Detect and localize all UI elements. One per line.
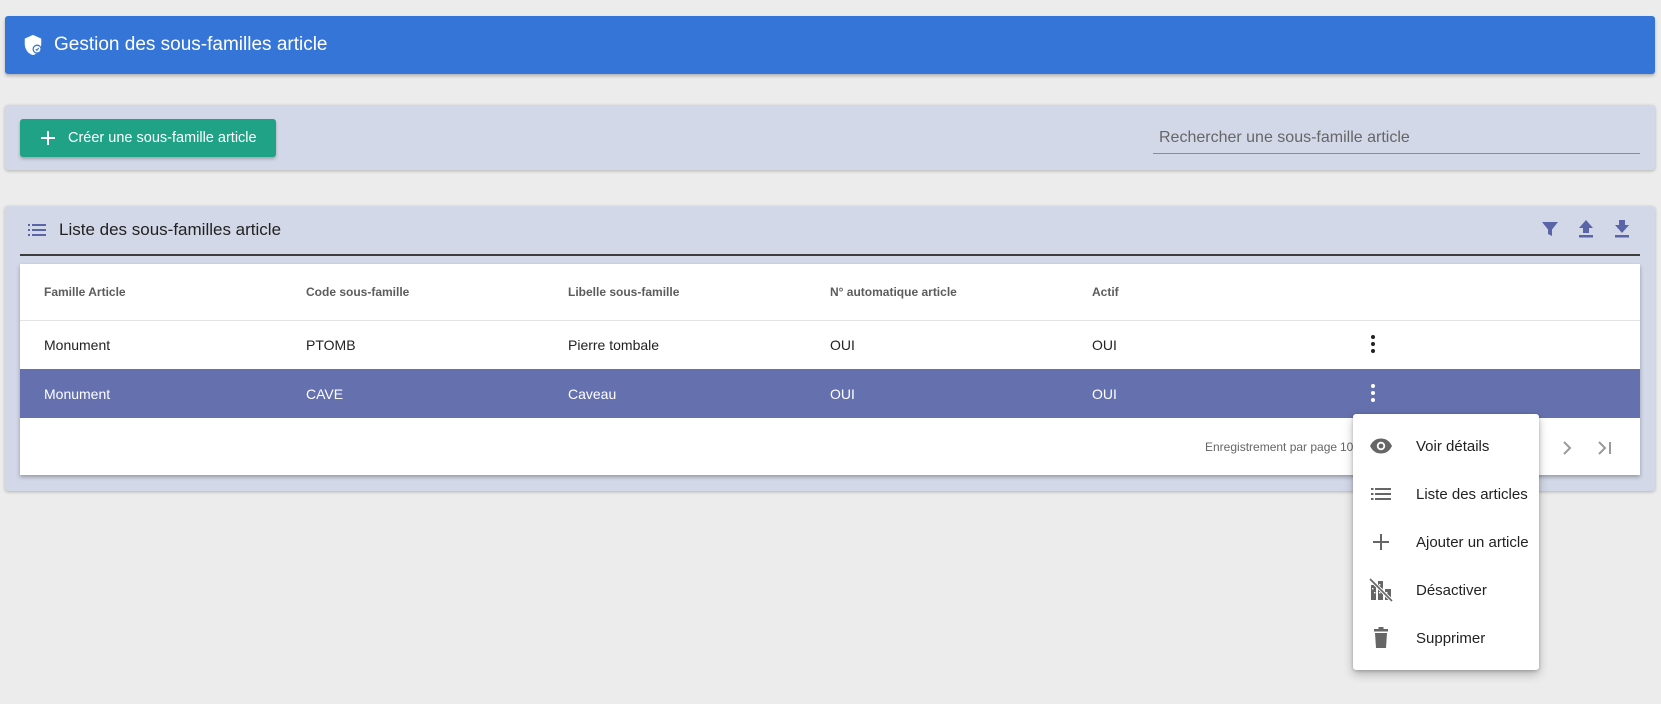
page-header: Gestion des sous-familles article	[5, 16, 1655, 74]
rows-per-page-label: Enregistrement par page	[1205, 440, 1338, 454]
cell-actif: OUI	[1092, 386, 1117, 402]
table-row[interactable]: Monument PTOMB Pierre tombale OUI OUI	[20, 320, 1640, 370]
menu-item-label: Liste des articles	[1416, 485, 1528, 503]
cell-actif: OUI	[1092, 337, 1117, 353]
deactivate-icon	[1369, 578, 1393, 602]
rows-per-page-select[interactable]: 10	[1340, 440, 1353, 454]
column-header-code[interactable]: Code sous-famille	[306, 285, 409, 299]
filter-icon[interactable]	[1540, 218, 1560, 240]
menu-item-ajouter-article[interactable]: Ajouter un article	[1353, 518, 1539, 566]
create-subfamily-button[interactable]: Créer une sous-famille article	[20, 119, 276, 157]
eye-icon	[1369, 434, 1393, 458]
last-page-icon[interactable]	[1594, 438, 1616, 458]
list-title: Liste des sous-familles article	[59, 220, 282, 239]
cell-famille: Monument	[44, 337, 111, 353]
list-icon	[1369, 482, 1393, 506]
column-header-auto[interactable]: N° automatique article	[830, 285, 957, 299]
menu-item-label: Désactiver	[1416, 581, 1487, 599]
page-title: Gestion des sous-familles article	[54, 34, 328, 55]
row-context-menu: Voir détails Liste des articles Ajouter …	[1353, 414, 1539, 670]
menu-item-label: Ajouter un article	[1416, 533, 1529, 551]
column-header-actif[interactable]: Actif	[1092, 285, 1119, 299]
cell-auto: OUI	[830, 386, 855, 402]
download-icon[interactable]	[1612, 218, 1632, 240]
plus-icon	[1369, 530, 1393, 554]
cell-libelle: Caveau	[568, 386, 617, 402]
toolbar-card: Créer une sous-famille article	[5, 105, 1655, 170]
column-header-libelle[interactable]: Libelle sous-famille	[568, 285, 679, 299]
cell-libelle: Pierre tombale	[568, 337, 660, 353]
column-header-famille[interactable]: Famille Article	[44, 285, 126, 299]
upload-icon[interactable]	[1576, 218, 1596, 240]
more-vert-icon[interactable]	[1363, 332, 1383, 356]
table-row-selected[interactable]: Monument CAVE Caveau OUI OUI	[20, 369, 1640, 418]
menu-item-label: Supprimer	[1416, 629, 1486, 647]
cell-code: PTOMB	[306, 337, 356, 353]
cell-code: CAVE	[306, 386, 344, 402]
menu-item-desactiver[interactable]: Désactiver	[1353, 566, 1539, 614]
menu-item-voir-details[interactable]: Voir détails	[1353, 422, 1539, 470]
trash-icon	[1369, 626, 1393, 650]
more-vert-icon[interactable]	[1363, 381, 1383, 405]
menu-item-liste-articles[interactable]: Liste des articles	[1353, 470, 1539, 518]
menu-item-label: Voir détails	[1416, 437, 1490, 455]
cell-auto: OUI	[830, 337, 855, 353]
shield-icon	[22, 34, 44, 56]
list-header: Liste des sous-familles article	[20, 206, 1640, 256]
table-header: Famille Article Code sous-famille Libell…	[20, 264, 1640, 321]
cell-famille: Monument	[44, 386, 111, 402]
list-actions	[1540, 218, 1632, 240]
list-icon	[27, 220, 47, 240]
chevron-right-icon[interactable]	[1557, 438, 1577, 458]
menu-item-supprimer[interactable]: Supprimer	[1353, 614, 1539, 662]
create-button-label: Créer une sous-famille article	[68, 130, 257, 146]
search-field	[1153, 123, 1640, 154]
search-input[interactable]	[1153, 129, 1640, 147]
plus-icon	[40, 130, 56, 146]
